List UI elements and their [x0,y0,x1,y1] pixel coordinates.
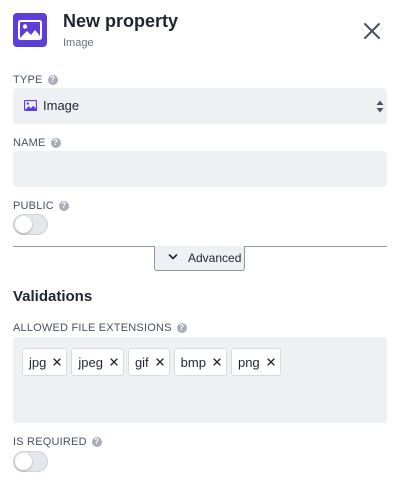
extension-tag-jpeg: jpeg [71,348,124,376]
extension-tag-png: png [230,348,281,376]
help-icon[interactable]: ? [176,323,187,333]
tag-label: gif [134,354,149,370]
remove-tag-icon[interactable] [53,358,62,366]
toggle-knob [15,453,32,470]
close-icon[interactable] [360,19,384,43]
type-label-text: TYPE [13,74,43,86]
image-icon [13,13,47,47]
tag-label: jpg [29,354,47,370]
dialog-header: New property Image [0,0,400,60]
tag-label: bmp [180,354,206,370]
help-icon[interactable]: ? [58,201,69,211]
name-label: NAME ? [13,137,61,149]
sort-arrows-icon [376,100,384,113]
tag-label: png [237,354,260,370]
remove-tag-icon[interactable] [267,358,275,366]
allowed-extensions-label-text: ALLOWED FILE EXTENSIONS [13,322,172,334]
name-label-text: NAME [13,137,46,149]
tag-list: jpg jpeg gif bmp png [22,348,281,376]
page-subtitle: Image [63,37,94,49]
help-icon[interactable]: ? [91,437,102,447]
type-select[interactable]: Image [13,88,387,124]
image-icon [24,100,37,111]
public-toggle[interactable] [13,214,48,235]
remove-tag-icon[interactable] [156,358,164,366]
name-input[interactable] [13,151,387,187]
chevron-down-icon [168,254,178,260]
is-required-label-text: IS REQUIRED [13,436,87,448]
help-icon[interactable]: ? [47,75,58,85]
extension-tag-jpg: jpg [22,348,68,376]
extension-tag-bmp: bmp [173,348,227,376]
remove-tag-icon[interactable] [213,358,221,366]
allowed-extensions-input[interactable]: jpg jpeg gif bmp png [13,337,387,423]
toggle-knob [15,216,32,233]
public-label-text: PUBLIC [13,200,54,212]
type-select-value: Image [43,98,80,113]
remove-tag-icon[interactable] [110,358,118,366]
is-required-label: IS REQUIRED ? [13,436,102,448]
tag-label: jpeg [78,354,103,370]
type-label: TYPE ? [13,74,58,86]
is-required-toggle[interactable] [13,451,48,472]
help-icon[interactable]: ? [50,138,61,148]
extension-tag-gif: gif [127,348,170,376]
public-label: PUBLIC ? [13,200,69,212]
advanced-label: Advanced [188,251,242,265]
allowed-extensions-label: ALLOWED FILE EXTENSIONS ? [13,322,187,334]
page-title: New property [63,11,179,31]
close-button[interactable] [360,19,384,43]
validations-heading: Validations [13,288,93,305]
advanced-toggle-button[interactable]: Advanced [154,246,245,271]
